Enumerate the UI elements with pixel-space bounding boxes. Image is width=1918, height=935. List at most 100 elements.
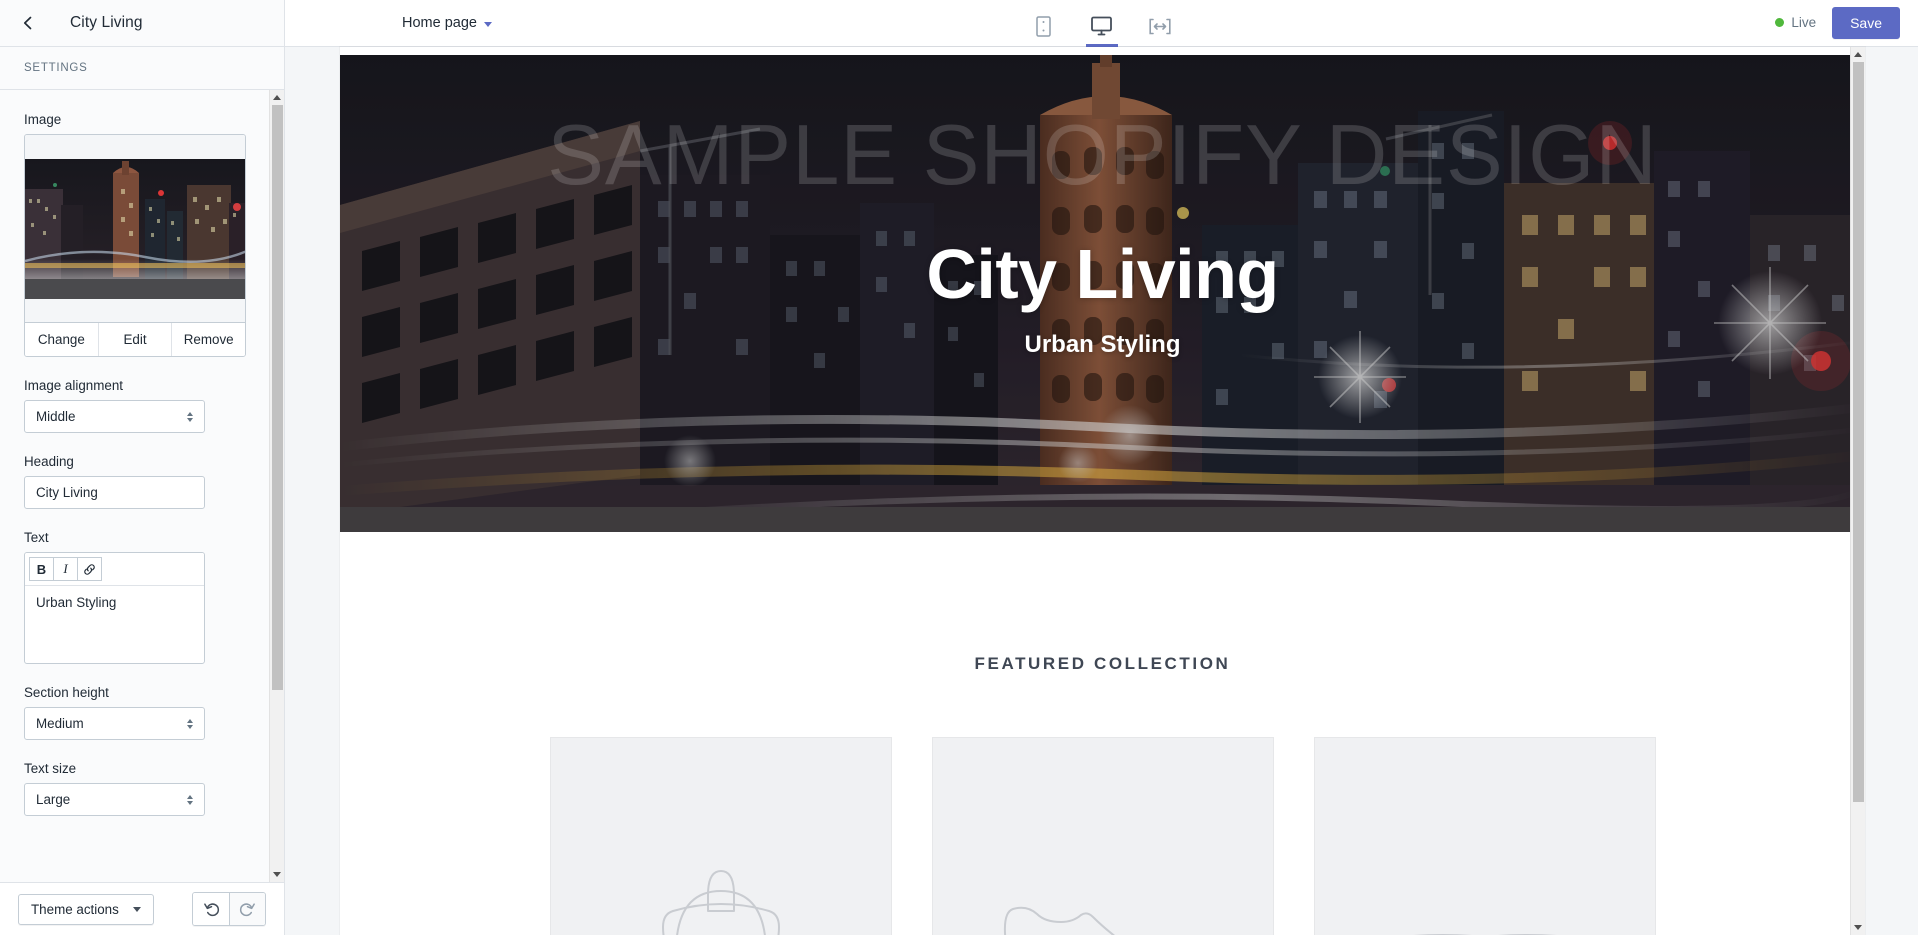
triangle-down-icon xyxy=(1854,925,1862,930)
product-card-backpack[interactable] xyxy=(549,737,892,935)
undo-button[interactable] xyxy=(193,893,229,925)
theme-editor-app: City Living Home page Live Save SETTINGS… xyxy=(0,0,1918,935)
text-field-label: Text xyxy=(24,530,49,545)
caret-down-icon xyxy=(132,906,141,912)
theme-actions-button[interactable]: Theme actions xyxy=(18,893,154,925)
link-button[interactable] xyxy=(77,557,102,581)
product-card-grid xyxy=(340,737,1865,935)
triangle-down-icon xyxy=(273,872,281,877)
chevron-down-icon xyxy=(483,21,492,27)
device-full-width-button[interactable] xyxy=(1143,6,1177,46)
image-alignment-field: Image alignment Middle xyxy=(24,378,260,433)
change-image-button[interactable]: Change xyxy=(25,323,99,356)
settings-heading: SETTINGS xyxy=(0,47,284,90)
top-bar-right: Home page Live Save xyxy=(285,0,1918,47)
product-card-glasses[interactable] xyxy=(1313,737,1656,935)
sidebar-scroll-thumb[interactable] xyxy=(271,105,283,690)
undo-redo-group xyxy=(192,892,266,926)
sidebar-scroll-track[interactable] xyxy=(270,105,285,867)
triangle-up-icon xyxy=(273,95,281,100)
section-height-select-wrap: Medium xyxy=(24,707,205,740)
back-button[interactable] xyxy=(8,3,48,43)
top-bar: City Living Home page Live Save xyxy=(0,0,1918,47)
image-alignment-value: Middle xyxy=(36,409,76,424)
edit-image-button[interactable]: Edit xyxy=(98,323,173,356)
preview-scroll-thumb[interactable] xyxy=(1852,62,1864,802)
italic-button[interactable]: I xyxy=(53,557,78,581)
save-button[interactable]: Save xyxy=(1832,6,1900,40)
hero-subheading: Urban Styling xyxy=(1024,330,1181,358)
sidebar-scroll-up-button[interactable] xyxy=(269,90,284,105)
text-size-value: Large xyxy=(36,792,71,807)
image-action-buttons: Change Edit Remove xyxy=(25,322,245,356)
settings-scroll-region: Image Change Edit Remove Image alignment… xyxy=(0,90,284,882)
preview-area: SAMPLE SHOPIFY DESIGN City Living Urban … xyxy=(285,47,1918,935)
preview-scrollbar[interactable] xyxy=(1850,47,1865,935)
redo-icon xyxy=(239,902,255,916)
backpack-placeholder-icon xyxy=(661,870,780,935)
hero-heading: City Living xyxy=(926,234,1279,313)
theme-actions-label: Theme actions xyxy=(31,901,119,917)
sidebar-scrollbar[interactable] xyxy=(269,90,284,882)
select-stepper-icon xyxy=(187,794,193,805)
device-mobile-button[interactable] xyxy=(1027,6,1061,46)
status-badge: Live xyxy=(1775,15,1816,30)
image-preview[interactable] xyxy=(25,135,245,322)
text-size-label: Text size xyxy=(24,761,77,776)
section-height-label: Section height xyxy=(24,685,109,700)
remove-image-button[interactable]: Remove xyxy=(172,323,245,356)
image-thumbnail xyxy=(25,158,245,299)
mobile-icon xyxy=(1036,15,1051,37)
status-dot-icon xyxy=(1775,18,1785,28)
sidebar-scroll-down-button[interactable] xyxy=(269,867,284,882)
product-card-shoe[interactable] xyxy=(931,737,1274,935)
top-bar-left: City Living xyxy=(0,0,285,46)
sidebar-footer: Theme actions xyxy=(0,882,284,935)
heading-field: Heading xyxy=(24,454,260,509)
desktop-icon xyxy=(1091,16,1112,36)
top-bar-actions: Live Save xyxy=(1775,6,1918,40)
app-body: SETTINGS Image Change Edit Remove Image … xyxy=(0,47,1918,935)
hero-banner-section[interactable]: SAMPLE SHOPIFY DESIGN City Living Urban … xyxy=(340,55,1865,532)
image-alignment-select[interactable]: Middle xyxy=(24,400,205,433)
shoe-placeholder-icon xyxy=(1003,906,1116,935)
glasses-placeholder-icon xyxy=(1413,934,1556,935)
rich-text-toolbar: B I xyxy=(25,553,204,586)
device-desktop-button[interactable] xyxy=(1085,6,1119,47)
text-size-select[interactable]: Large xyxy=(24,783,205,816)
text-field: Text B I Urban Styling xyxy=(24,530,260,664)
bold-button[interactable]: B xyxy=(29,557,54,581)
section-height-select[interactable]: Medium xyxy=(24,707,205,740)
preview-scroll-up-button[interactable] xyxy=(1850,47,1865,62)
chevron-left-icon xyxy=(23,16,32,30)
image-field-label: Image xyxy=(24,112,62,127)
page-selector-label: Home page xyxy=(402,15,477,31)
section-height-field: Section height Medium xyxy=(24,685,260,740)
page-selector[interactable]: Home page xyxy=(395,10,499,36)
rich-text-content[interactable]: Urban Styling xyxy=(25,586,204,663)
full-width-icon xyxy=(1148,18,1171,34)
preview-scroll-track[interactable] xyxy=(1851,62,1866,920)
text-size-field: Text size Large xyxy=(24,761,260,816)
preview-top-padding xyxy=(340,47,1865,55)
featured-collection-title: FEATURED COLLECTION xyxy=(974,654,1231,673)
redo-button[interactable] xyxy=(229,893,265,925)
select-stepper-icon xyxy=(187,411,193,422)
triangle-up-icon xyxy=(1854,52,1862,57)
heading-input[interactable] xyxy=(24,476,205,509)
preview-scroll-down-button[interactable] xyxy=(1850,920,1865,935)
storefront-preview-frame[interactable]: SAMPLE SHOPIFY DESIGN City Living Urban … xyxy=(340,47,1865,935)
settings-sidebar: SETTINGS Image Change Edit Remove Image … xyxy=(0,47,285,935)
status-label: Live xyxy=(1791,15,1817,31)
image-alignment-label: Image alignment xyxy=(24,378,123,393)
heading-field-label: Heading xyxy=(24,454,74,469)
image-field: Image Change Edit Remove xyxy=(24,112,260,357)
undo-icon xyxy=(203,902,219,916)
select-stepper-icon xyxy=(187,718,193,729)
image-card: Change Edit Remove xyxy=(24,134,246,357)
text-size-select-wrap: Large xyxy=(24,783,205,816)
hero-content: City Living Urban Styling xyxy=(926,234,1279,359)
rich-text-editor: B I Urban Styling xyxy=(24,552,205,664)
page-title: City Living xyxy=(70,14,143,31)
image-alignment-select-wrap: Middle xyxy=(24,400,205,433)
